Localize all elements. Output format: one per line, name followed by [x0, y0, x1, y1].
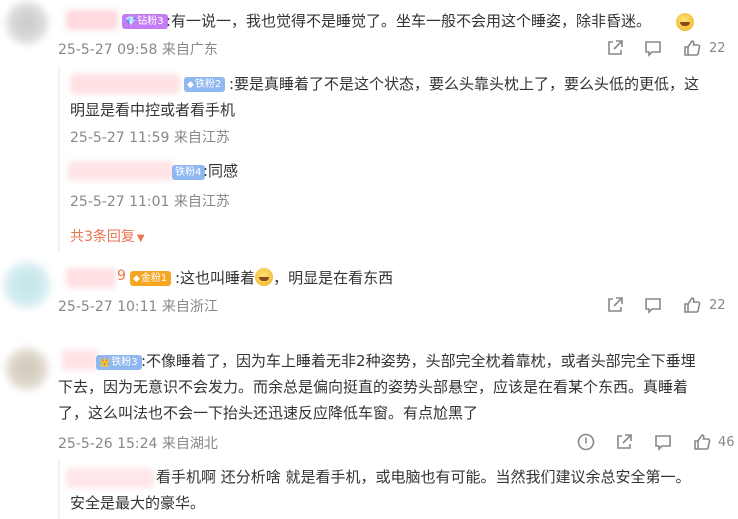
username-redacted[interactable] [66, 268, 116, 288]
comment-meta: 25-5-26 15:24 来自湖北 [58, 436, 218, 452]
reply-text: 安全是最大的豪华。 [70, 494, 206, 512]
username-redacted[interactable] [66, 468, 154, 488]
comment-icon[interactable] [653, 432, 673, 452]
comment-meta: 25-5-27 09:58 来自广东 [58, 42, 218, 58]
username-redacted[interactable] [62, 350, 98, 370]
comment-text: :有一说一，我也觉得不是睡觉了。坐车一般不会用这个睡姿，除非昏迷。 [166, 12, 652, 30]
reply-meta: 25-5-27 11:59 来自江苏 [70, 130, 230, 146]
reply-text: 看手机啊 还分析啥 就是看手机，或电脑也有可能。当然我们建议余总安全第一。 [156, 468, 691, 486]
laugh-emoji-icon [255, 268, 274, 286]
reply-text: :同感 [203, 162, 239, 180]
more-replies-link[interactable]: 共3条回复 ▼ [70, 226, 145, 246]
username-suffix[interactable]: 9 [117, 268, 126, 284]
comment-meta: 25-5-27 10:11 来自浙江 [58, 299, 218, 315]
like-count: 22 [709, 41, 726, 56]
comment-text: :这也叫睡着 ，明显是在看东西 [175, 268, 394, 287]
share-icon[interactable] [605, 38, 625, 58]
like-icon[interactable] [682, 38, 702, 58]
username-redacted[interactable] [68, 161, 174, 181]
fan-badge: ◆金粉1 [130, 271, 172, 286]
laugh-emoji-icon [676, 13, 694, 31]
share-icon[interactable] [614, 432, 634, 452]
like-icon[interactable] [682, 295, 702, 315]
fan-badge: 👑铁粉3 [96, 355, 142, 370]
fan-badge: ◆铁粉2 [184, 77, 226, 92]
reply-text: 明显是看中控或者看手机 [70, 101, 236, 119]
fan-badge: 铁粉4 [172, 165, 206, 180]
avatar[interactable] [6, 348, 48, 390]
share-icon[interactable] [605, 295, 625, 315]
avatar[interactable] [6, 2, 48, 44]
username-redacted[interactable] [66, 10, 118, 30]
comment-text: :不像睡着了，因为车上睡着无非2种姿势，头部完全枕着靠枕，或者头部完全下垂埋 [141, 352, 696, 370]
caret-down-icon: ▼ [136, 233, 145, 244]
fan-badge: 💎钻粉3 [122, 14, 168, 29]
report-icon[interactable] [576, 432, 596, 452]
like-count: 46 [718, 435, 735, 450]
avatar[interactable] [4, 262, 50, 308]
comment-text: 下去，因为无意识不会发力。而余总是偏向挺直的姿势头部悬空，应该是在看某个东西。真… [58, 378, 689, 396]
reply-meta: 25-5-27 11:01 来自江苏 [70, 194, 230, 210]
comment-text: 了，这么叫法也不会一下抬头还迅速反应降低车窗。有点尬黑了 [58, 404, 479, 422]
like-icon[interactable] [692, 432, 712, 452]
comment-icon[interactable] [643, 295, 663, 315]
comment-icon[interactable] [643, 38, 663, 58]
username-redacted[interactable] [70, 74, 180, 94]
like-count: 22 [709, 298, 726, 313]
reply-text: :要是真睡着了不是这个状态，要么头靠头枕上了，要么头低的更低，这 [229, 75, 700, 93]
